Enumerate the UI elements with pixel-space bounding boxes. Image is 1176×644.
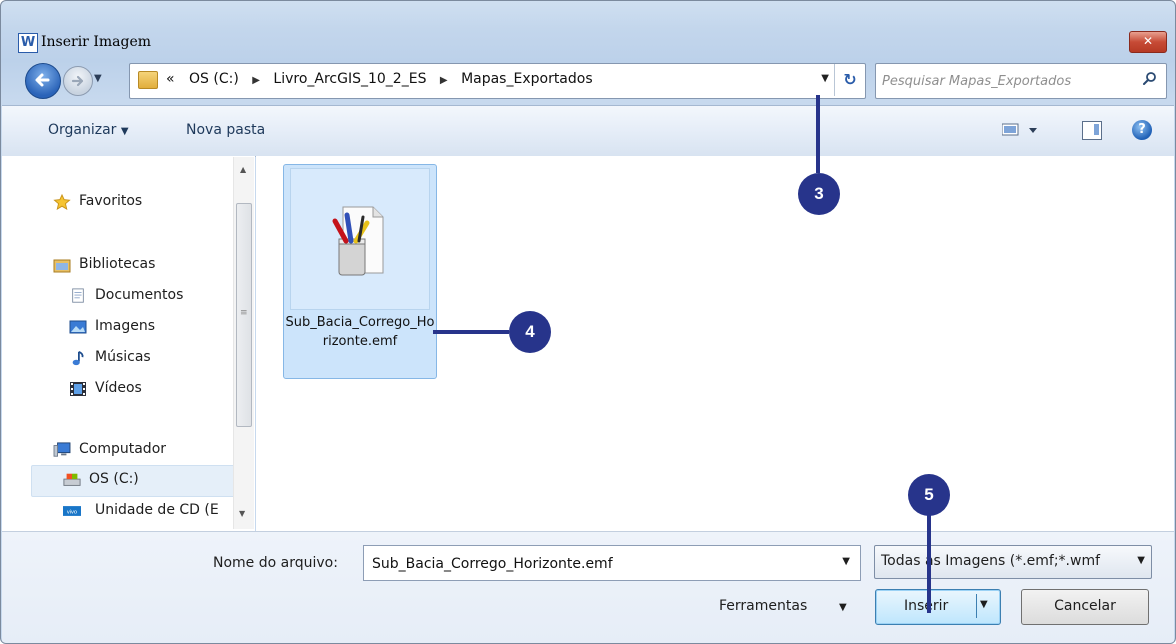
change-view-button[interactable]	[1001, 122, 1042, 142]
command-toolbar: Organizar ▼ Nova pasta ?	[2, 105, 1174, 157]
images-icon	[69, 320, 87, 334]
nav-pane-scrollbar[interactable]: ▲ ≡ ▼	[233, 157, 254, 529]
chevron-down-icon[interactable]: ▼	[842, 556, 850, 567]
sidebar-item-label: Unidade de CD (E	[95, 502, 219, 518]
chevron-down-icon: ▼	[1137, 555, 1145, 566]
forward-button[interactable]	[63, 66, 93, 96]
breadcrumb-item-drive[interactable]: OS (C:)	[189, 71, 239, 87]
sidebar-item-label: Bibliotecas	[79, 256, 156, 272]
chevron-right-icon[interactable]: ▶	[252, 75, 260, 86]
organize-label: Organizar	[48, 122, 117, 138]
emf-file-icon	[332, 206, 384, 276]
file-name: Sub_Bacia_Corrego_Horizonte.emf	[285, 315, 435, 349]
sidebar-item-label: OS (C:)	[89, 471, 139, 487]
address-bar[interactable]: « OS (C:) ▶ Livro_ArcGIS_10_2_ES ▶ Mapas…	[129, 63, 866, 99]
file-item[interactable]: Sub_Bacia_Corrego_Horizonte.emf	[283, 164, 437, 379]
split-divider	[976, 594, 977, 618]
tools-menu[interactable]: Ferramentas	[719, 598, 807, 614]
sidebar-item-label: Documentos	[95, 287, 184, 303]
hard-drive-icon	[63, 473, 81, 486]
filetype-select[interactable]: Todas as Imagens (*.emf;*.wmf ▼	[874, 545, 1152, 579]
back-arrow-icon	[35, 73, 50, 87]
video-film-icon	[70, 382, 86, 396]
callout-5-line	[927, 515, 931, 613]
search-box[interactable]	[875, 63, 1167, 99]
callout-3-badge: 3	[798, 173, 840, 215]
sidebar-item-label: Computador	[79, 441, 167, 457]
organize-menu[interactable]: Organizar ▼	[48, 122, 129, 138]
back-button[interactable]	[25, 63, 61, 99]
filename-combobox[interactable]: ▼	[363, 545, 861, 581]
chevron-down-icon: ▼	[120, 126, 129, 137]
chevron-down-icon[interactable]: ▼	[839, 602, 847, 613]
view-options-icon	[1001, 123, 1037, 136]
sidebar-item-label: Vídeos	[95, 380, 142, 396]
filename-label: Nome do arquivo:	[213, 555, 338, 571]
insert-button[interactable]: Inserir ▼	[875, 589, 1001, 625]
svg-text:vivo: vivo	[67, 509, 77, 515]
star-icon	[53, 194, 71, 210]
scroll-down-icon[interactable]: ▼	[239, 509, 245, 518]
breadcrumb-overflow[interactable]: «	[166, 71, 175, 87]
search-input[interactable]	[880, 68, 1134, 94]
callout-5-badge: 5	[908, 474, 950, 516]
breadcrumb: « OS (C:) ▶ Livro_ArcGIS_10_2_ES ▶ Mapas…	[166, 71, 593, 87]
sidebar-item-label: Favoritos	[79, 193, 143, 209]
sidebar-item-label: Imagens	[95, 318, 156, 334]
refresh-icon[interactable]: ↻	[834, 64, 865, 96]
word-app-icon: W	[18, 33, 38, 53]
cancel-button[interactable]: Cancelar	[1021, 589, 1149, 625]
libraries-icon	[53, 259, 71, 273]
filetype-value: Todas as Imagens (*.emf;*.wmf	[881, 553, 1101, 569]
recent-pages-dropdown[interactable]: ▼	[94, 73, 102, 84]
scroll-up-icon[interactable]: ▲	[240, 165, 246, 174]
file-thumbnail	[290, 168, 430, 310]
insert-image-dialog: W Inserir Imagem ✕ ▼ « OS (C:) ▶ Livro_A…	[0, 0, 1176, 644]
dialog-title: Inserir Imagem	[41, 34, 152, 50]
preview-pane-icon[interactable]	[1082, 121, 1102, 140]
sidebar-item-label: Músicas	[95, 349, 151, 365]
breadcrumb-item-mapas[interactable]: Mapas_Exportados	[461, 71, 593, 87]
computer-icon	[53, 442, 71, 457]
music-note-icon	[72, 350, 84, 366]
new-folder-button[interactable]: Nova pasta	[186, 122, 265, 138]
help-icon[interactable]: ?	[1132, 120, 1152, 140]
callout-4-badge: 4	[509, 311, 551, 353]
insert-options-dropdown[interactable]: ▼	[980, 599, 988, 610]
callout-3-line	[816, 95, 820, 173]
address-dropdown-icon[interactable]: ▼	[821, 73, 829, 84]
folder-icon	[138, 71, 158, 89]
chevron-right-icon[interactable]: ▶	[440, 75, 448, 86]
search-icon[interactable]	[1142, 71, 1158, 87]
filename-field[interactable]	[370, 552, 834, 576]
forward-arrow-icon	[71, 75, 84, 87]
documents-icon	[72, 288, 84, 303]
scroll-grip-icon: ≡	[240, 308, 248, 318]
cd-drive-icon: vivo	[63, 506, 81, 516]
breadcrumb-item-livro[interactable]: Livro_ArcGIS_10_2_ES	[273, 71, 426, 87]
close-button[interactable]: ✕	[1129, 31, 1167, 53]
callout-4-line	[433, 330, 509, 334]
